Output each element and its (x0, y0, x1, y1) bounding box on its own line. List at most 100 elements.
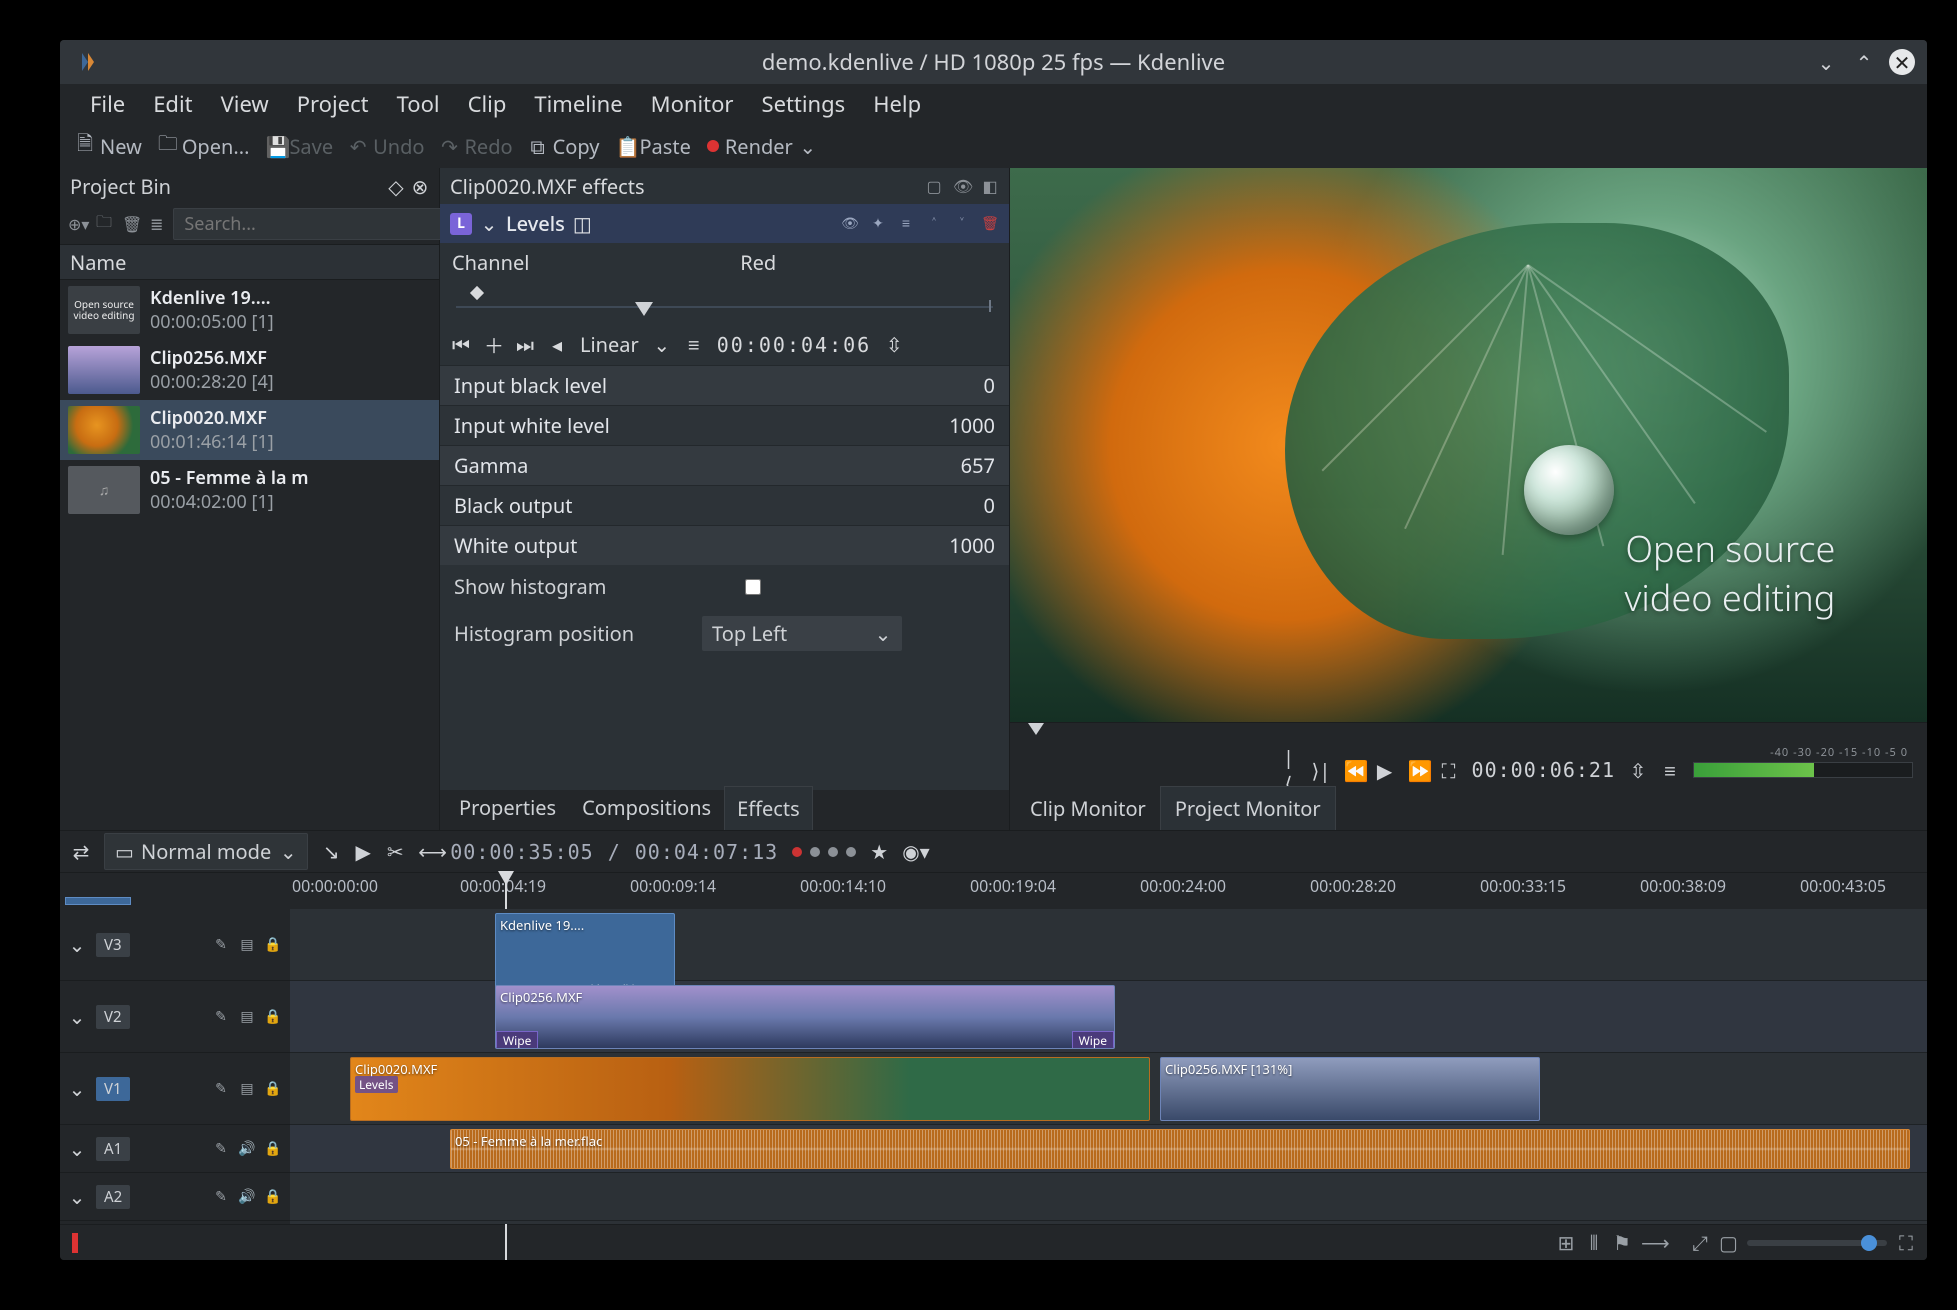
track-head-a1[interactable]: ⌄A1✎🔊🔒 (60, 1125, 290, 1173)
menu-view[interactable]: View (207, 85, 283, 123)
bin-item[interactable]: Clip0020.MXF00:01:46:14 [1] (60, 400, 439, 460)
minimize-button[interactable]: ⌄ (1813, 49, 1839, 75)
param-row[interactable]: Input black level0 (440, 365, 1009, 405)
bin-new-folder-icon[interactable]: 🗀 (96, 210, 112, 238)
channel-value[interactable]: Red (740, 249, 997, 276)
effect-delete-icon[interactable]: 🗑 (981, 214, 999, 233)
bin-search-input[interactable] (173, 208, 452, 240)
bin-item[interactable]: Clip0256.MXF00:00:28:20 [4] (60, 340, 439, 400)
chevron-down-icon[interactable]: ⌄ (480, 210, 498, 237)
interp-mode[interactable]: Linear (580, 331, 639, 358)
menu-file[interactable]: File (76, 85, 139, 123)
copy-button[interactable]: ⧉Copy (529, 133, 600, 160)
mon-zone-out-icon[interactable]: ⟩| (1312, 757, 1330, 784)
tl-snap-icon[interactable]: ⟶ (1641, 1229, 1659, 1256)
histogram-position-select[interactable]: Top Left⌄ (702, 616, 902, 651)
track-lock-icon[interactable]: 🔒 (264, 1079, 282, 1098)
show-histogram-checkbox[interactable] (745, 579, 761, 595)
keyframe-slider[interactable] (456, 288, 993, 320)
mon-menu-icon[interactable]: ≡ (1661, 757, 1679, 784)
tab-project-monitor[interactable]: Project Monitor (1160, 786, 1336, 830)
keyframe-timecode[interactable]: 00:00:04:06 (717, 333, 871, 357)
track-fx-icon[interactable]: ✎ (212, 1007, 230, 1026)
collapse-icon[interactable]: ⌄ (68, 1135, 86, 1162)
param-row[interactable]: Black output0 (440, 485, 1009, 525)
tl-markers-icon[interactable]: ⚑ (1613, 1229, 1631, 1256)
new-button[interactable]: 🗎New (76, 129, 142, 163)
favorite-icon[interactable]: ★ (870, 838, 888, 865)
track-head-v1[interactable]: ⌄V1✎▤🔒 (60, 1053, 290, 1125)
zoom-slider[interactable] (1747, 1240, 1887, 1246)
effect-up-icon[interactable]: ˄ (925, 214, 943, 233)
zoom-out-icon[interactable]: ▢ (1719, 1229, 1737, 1256)
maximize-button[interactable]: ⌃ (1851, 49, 1877, 75)
track-fx-icon[interactable]: ✎ (212, 1139, 230, 1158)
mon-fullscreen-icon[interactable]: ⛶ (1440, 757, 1458, 784)
zone-marker[interactable] (65, 897, 131, 905)
paste-button[interactable]: 📋Paste (615, 133, 690, 160)
bin-column-name[interactable]: Name (60, 244, 439, 280)
tool-razor-icon[interactable]: ▶ (354, 838, 372, 865)
track-fx-icon[interactable]: ✎ (212, 1079, 230, 1098)
clip-video-0256-b[interactable]: Clip0256.MXF [131%] (1160, 1057, 1540, 1121)
menu-settings[interactable]: Settings (748, 85, 860, 123)
effect-save-icon[interactable]: ▢ (925, 175, 943, 197)
tab-properties[interactable]: Properties (446, 785, 569, 830)
record-voiceover-icon[interactable]: ◉▾ (902, 838, 920, 865)
spin-icon[interactable]: ⇳ (1629, 757, 1647, 784)
track-lock-icon[interactable]: 🔒 (264, 1007, 282, 1026)
track-mute-icon[interactable]: ▤ (238, 1079, 256, 1098)
tl-fit-icon[interactable]: ⤢ (1691, 1229, 1709, 1256)
edit-mode-select[interactable]: ▭Normal mode⌄ (104, 833, 308, 870)
effect-menu-icon[interactable]: ≡ (897, 214, 915, 233)
mon-ffwd-icon[interactable]: ⏩ (1408, 757, 1426, 784)
collapse-icon[interactable]: ⌄ (68, 931, 86, 958)
tab-effects[interactable]: Effects (724, 786, 813, 830)
clip-video-0020[interactable]: Clip0020.MXF Levels (350, 1057, 1150, 1121)
tl-settings-icon[interactable]: ⇄ (72, 838, 90, 865)
tl-thumbnails-icon[interactable]: ⊞ (1557, 1229, 1575, 1256)
param-row[interactable]: Gamma657 (440, 445, 1009, 485)
spin-icon[interactable]: ⇳ (885, 331, 903, 358)
bin-item[interactable]: Open sourcevideo editing Kdenlive 19....… (60, 280, 439, 340)
timeline-tc-current[interactable]: 00:00:35:05 (450, 840, 593, 864)
clip-video-0256[interactable]: Clip0256.MXF Wipe Wipe (495, 985, 1115, 1049)
effect-keyframe-icon[interactable]: ✦ (869, 214, 887, 233)
tool-select-icon[interactable]: ↘ (322, 838, 340, 865)
track-fx-icon[interactable]: ✎ (212, 935, 230, 954)
kf-prev-icon[interactable]: ⏮ (452, 331, 470, 358)
track-lock-icon[interactable]: 🔒 (264, 935, 282, 954)
kf-menu-icon[interactable]: ≡ (685, 331, 703, 358)
open-button[interactable]: 🗀Open... (158, 129, 250, 163)
menu-tool[interactable]: Tool (383, 85, 454, 123)
guide-colors[interactable] (792, 847, 856, 857)
kf-add-icon[interactable]: ＋ (484, 330, 502, 359)
param-row[interactable]: Input white level1000 (440, 405, 1009, 445)
monitor-timecode[interactable]: 00:00:06:21 (1472, 758, 1615, 782)
effect-eye-icon[interactable]: 👁 (841, 214, 859, 233)
mon-play-icon[interactable]: ▶ (1376, 757, 1394, 784)
collapse-icon[interactable]: ⌄ (68, 1183, 86, 1210)
redo-button[interactable]: ↷Redo (440, 133, 512, 160)
track-lock-icon[interactable]: 🔒 (264, 1187, 282, 1206)
speaker-icon[interactable]: 🔊 (238, 1139, 256, 1158)
composition-wipe[interactable]: Wipe (496, 1031, 538, 1049)
menu-timeline[interactable]: Timeline (520, 85, 636, 123)
track-mute-icon[interactable]: ▤ (238, 1007, 256, 1026)
tab-compositions[interactable]: Compositions (569, 785, 724, 830)
mon-rewind-icon[interactable]: ⏪ (1344, 757, 1362, 784)
bin-float-icon[interactable]: ◇ (387, 173, 405, 200)
timeline-ruler[interactable]: 00:00:00:00 00:00:04:19 00:00:09:14 00:0… (60, 873, 1927, 909)
kf-next-icon[interactable]: ⏭ (516, 331, 534, 358)
close-button[interactable]: ✕ (1889, 49, 1915, 75)
menu-clip[interactable]: Clip (454, 85, 521, 123)
track-head-a2[interactable]: ⌄A2✎🔊🔒 (60, 1173, 290, 1221)
track-fx-icon[interactable]: ✎ (212, 1187, 230, 1206)
effect-visible-icon[interactable]: 👁 (953, 175, 971, 197)
monitor-preview[interactable]: Open source video editing (1010, 168, 1927, 722)
timeline-body[interactable]: Kdenlive 19.... Open source video editin… (290, 909, 1927, 1224)
render-button[interactable]: Render⌄ (707, 133, 817, 160)
menu-edit[interactable]: Edit (139, 85, 206, 123)
bin-close-icon[interactable]: ⊗ (411, 173, 429, 200)
effect-split-icon[interactable]: ◧ (981, 175, 999, 197)
